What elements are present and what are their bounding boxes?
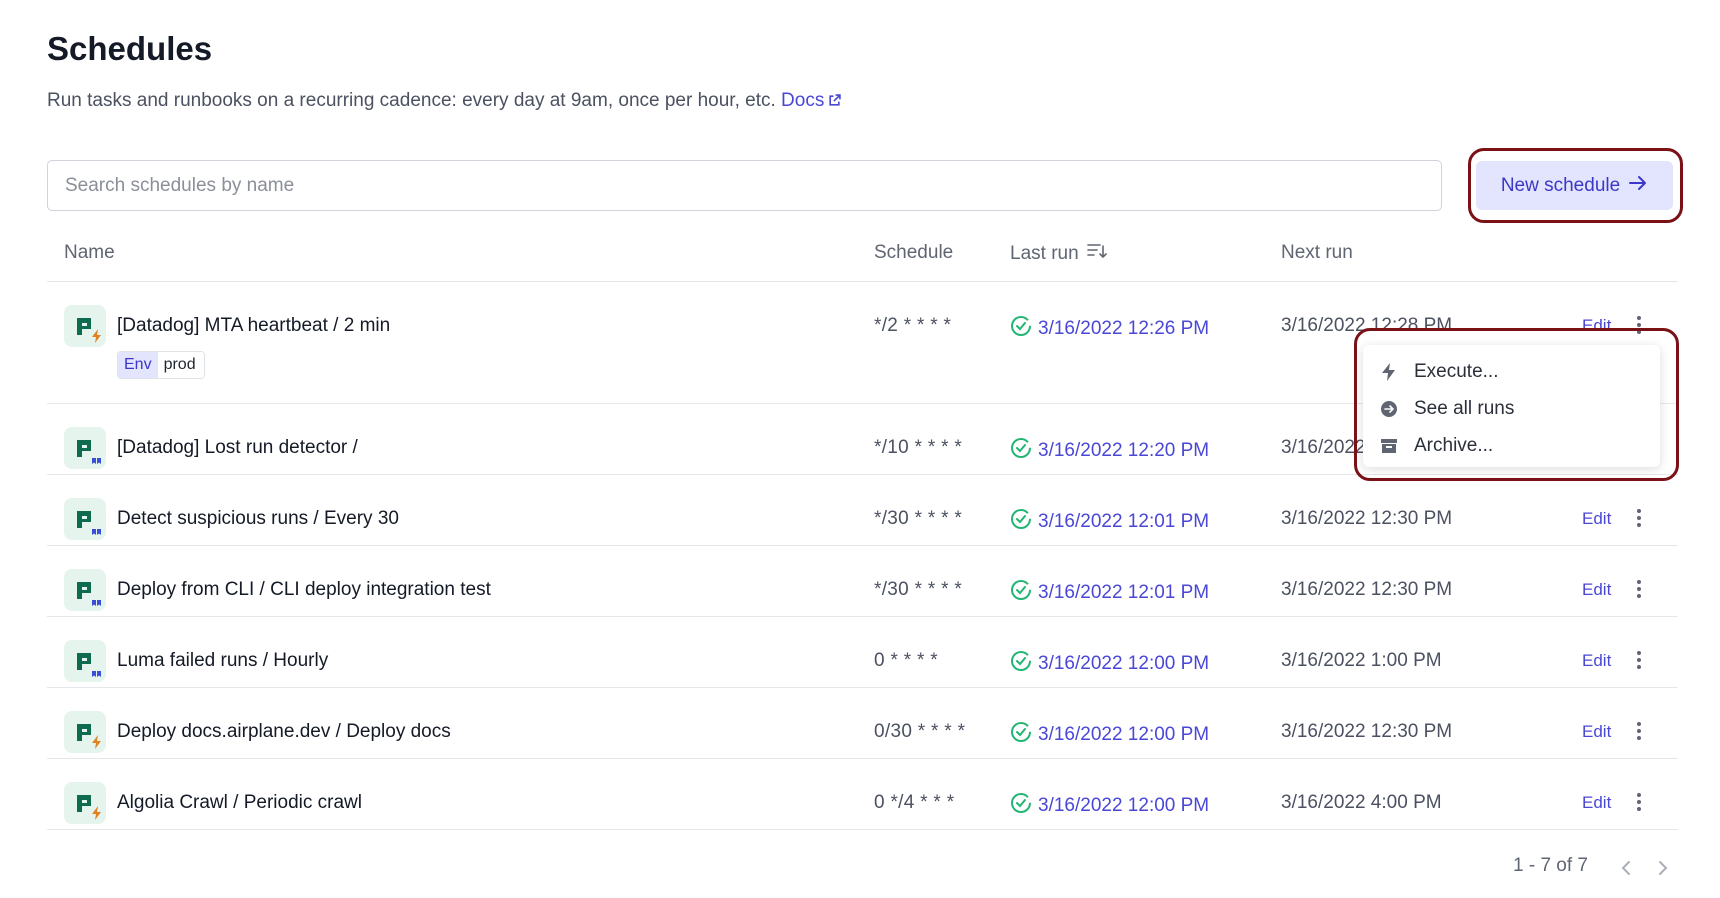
schedule-name[interactable]: [Datadog] MTA heartbeat / 2 min — [117, 315, 390, 337]
task-icon — [64, 711, 106, 753]
last-run-link[interactable]: 3/16/2022 12:00 PM — [1010, 792, 1209, 820]
sort-icon[interactable] — [1086, 242, 1107, 266]
last-run-link[interactable]: 3/16/2022 12:01 PM — [1010, 579, 1209, 607]
kebab-menu-icon[interactable] — [1629, 648, 1649, 674]
menu-item-archive[interactable]: Archive... — [1363, 427, 1660, 464]
next-run-time: 3/16/2022 12:28 PM — [1281, 315, 1453, 336]
last-run-link[interactable]: 3/16/2022 12:01 PM — [1010, 508, 1209, 536]
new-schedule-label: New schedule — [1500, 174, 1621, 196]
check-circle-icon — [1010, 650, 1032, 678]
cron-expression: 0 */4 * * * — [874, 792, 955, 813]
menu-item-label: Archive... — [1414, 434, 1494, 456]
table-row[interactable]: Luma failed runs / Hourly 0 * * * * 3/16/2… — [47, 617, 1678, 688]
task-icon — [64, 305, 106, 347]
edit-button[interactable]: Edit — [1582, 316, 1611, 336]
menu-item-see-all-runs[interactable]: See all runs — [1363, 390, 1660, 427]
table-row[interactable]: Detect suspicious runs / Every 30 */30 * … — [47, 475, 1678, 546]
docs-link-label: Docs — [781, 90, 825, 111]
table-row[interactable]: Deploy docs.airplane.dev / Deploy docs 0/… — [47, 688, 1678, 759]
kebab-menu-icon[interactable] — [1629, 313, 1649, 339]
schedule-name[interactable]: Algolia Crawl / Periodic crawl — [117, 792, 362, 814]
table-row[interactable]: Algolia Crawl / Periodic crawl 0 */4 * * … — [47, 759, 1678, 830]
last-run-link[interactable]: 3/16/2022 12:26 PM — [1010, 315, 1209, 343]
cron-expression: */2 * * * * — [874, 315, 952, 336]
last-run-link[interactable]: 3/16/2022 12:00 PM — [1010, 650, 1209, 678]
cron-expression: 0/30 * * * * — [874, 721, 966, 742]
cron-expression: */30 * * * * — [874, 508, 963, 529]
env-tag: Env prod — [117, 351, 205, 379]
row-actions-menu: Execute... See all runs Archive... — [1363, 345, 1660, 467]
kebab-menu-icon[interactable] — [1629, 506, 1649, 532]
last-run-time: 3/16/2022 12:00 PM — [1038, 795, 1210, 816]
task-icon — [64, 640, 106, 682]
next-page-button[interactable] — [1653, 856, 1673, 880]
next-run-time: 3/16/2022 12:30 PM — [1281, 721, 1453, 742]
cron-expression: */30 * * * * — [874, 579, 963, 600]
schedule-name[interactable]: [Datadog] Lost run detector / — [117, 437, 358, 459]
next-run-time: 3/16/2022 12:30 PM — [1281, 579, 1453, 600]
cron-expression: */10 * * * * — [874, 437, 963, 458]
bolt-icon — [1380, 362, 1398, 381]
schedule-name[interactable]: Deploy docs.airplane.dev / Deploy docs — [117, 721, 451, 743]
check-circle-icon — [1010, 721, 1032, 749]
column-header-last-run[interactable]: Last run — [1010, 242, 1107, 266]
last-run-link[interactable]: 3/16/2022 12:20 PM — [1010, 437, 1209, 465]
check-circle-icon — [1010, 437, 1032, 465]
task-icon — [64, 427, 106, 469]
column-header-schedule[interactable]: Schedule — [874, 242, 953, 264]
check-circle-icon — [1010, 315, 1032, 343]
menu-item-execute[interactable]: Execute... — [1363, 353, 1660, 390]
edit-button[interactable]: Edit — [1582, 580, 1611, 600]
kebab-menu-icon[interactable] — [1629, 719, 1649, 745]
cron-expression: 0 * * * * — [874, 650, 938, 671]
search-input[interactable] — [47, 160, 1442, 211]
last-run-time: 3/16/2022 12:26 PM — [1038, 318, 1210, 339]
last-run-time: 3/16/2022 12:00 PM — [1038, 724, 1210, 745]
check-circle-icon — [1010, 792, 1032, 820]
schedule-name[interactable]: Deploy from CLI / CLI deploy integration… — [117, 579, 491, 601]
subtitle-text: Run tasks and runbooks on a recurring ca… — [47, 90, 776, 111]
check-circle-icon — [1010, 579, 1032, 607]
schedule-name[interactable]: Detect suspicious runs / Every 30 — [117, 508, 399, 530]
edit-button[interactable]: Edit — [1582, 793, 1611, 813]
edit-button[interactable]: Edit — [1582, 651, 1611, 671]
next-run-time: 3/16/2022 12:30 PM — [1281, 508, 1453, 529]
tag-key: Env — [118, 352, 158, 378]
last-run-time: 3/16/2022 12:20 PM — [1038, 440, 1210, 461]
archive-icon — [1380, 437, 1398, 455]
last-run-time: 3/16/2022 12:00 PM — [1038, 653, 1210, 674]
page-subtitle: Run tasks and runbooks on a recurring ca… — [47, 90, 842, 113]
task-icon — [64, 498, 106, 540]
last-run-time: 3/16/2022 12:01 PM — [1038, 511, 1210, 532]
column-header-last-run-label: Last run — [1010, 243, 1079, 264]
edit-button[interactable]: Edit — [1582, 509, 1611, 529]
menu-item-label: See all runs — [1414, 397, 1515, 419]
last-run-time: 3/16/2022 12:01 PM — [1038, 582, 1210, 603]
column-header-next-run[interactable]: Next run — [1281, 242, 1353, 264]
kebab-menu-icon[interactable] — [1629, 577, 1649, 603]
docs-link[interactable]: Docs — [781, 90, 842, 113]
check-circle-icon — [1010, 508, 1032, 536]
menu-item-label: Execute... — [1414, 360, 1499, 382]
schedule-name[interactable]: Luma failed runs / Hourly — [117, 650, 328, 672]
prev-page-button[interactable] — [1616, 856, 1636, 880]
last-run-link[interactable]: 3/16/2022 12:00 PM — [1010, 721, 1209, 749]
task-icon — [64, 782, 106, 824]
new-schedule-button[interactable]: New schedule — [1476, 161, 1673, 210]
column-header-name[interactable]: Name — [64, 242, 115, 264]
next-run-time: 3/16/2022 1:00 PM — [1281, 650, 1442, 671]
table-row[interactable]: Deploy from CLI / CLI deploy integration… — [47, 546, 1678, 617]
arrow-right-icon — [1628, 175, 1648, 197]
edit-button[interactable]: Edit — [1582, 722, 1611, 742]
next-run-time: 3/16/2022 4:00 PM — [1281, 792, 1442, 813]
external-link-icon — [828, 91, 842, 113]
task-icon — [64, 569, 106, 611]
tag-value: prod — [157, 352, 204, 378]
pagination-label: 1 - 7 of 7 — [1513, 855, 1588, 876]
page-title: Schedules — [47, 30, 213, 67]
arrow-circle-icon — [1380, 400, 1398, 418]
kebab-menu-icon[interactable] — [1629, 790, 1649, 816]
